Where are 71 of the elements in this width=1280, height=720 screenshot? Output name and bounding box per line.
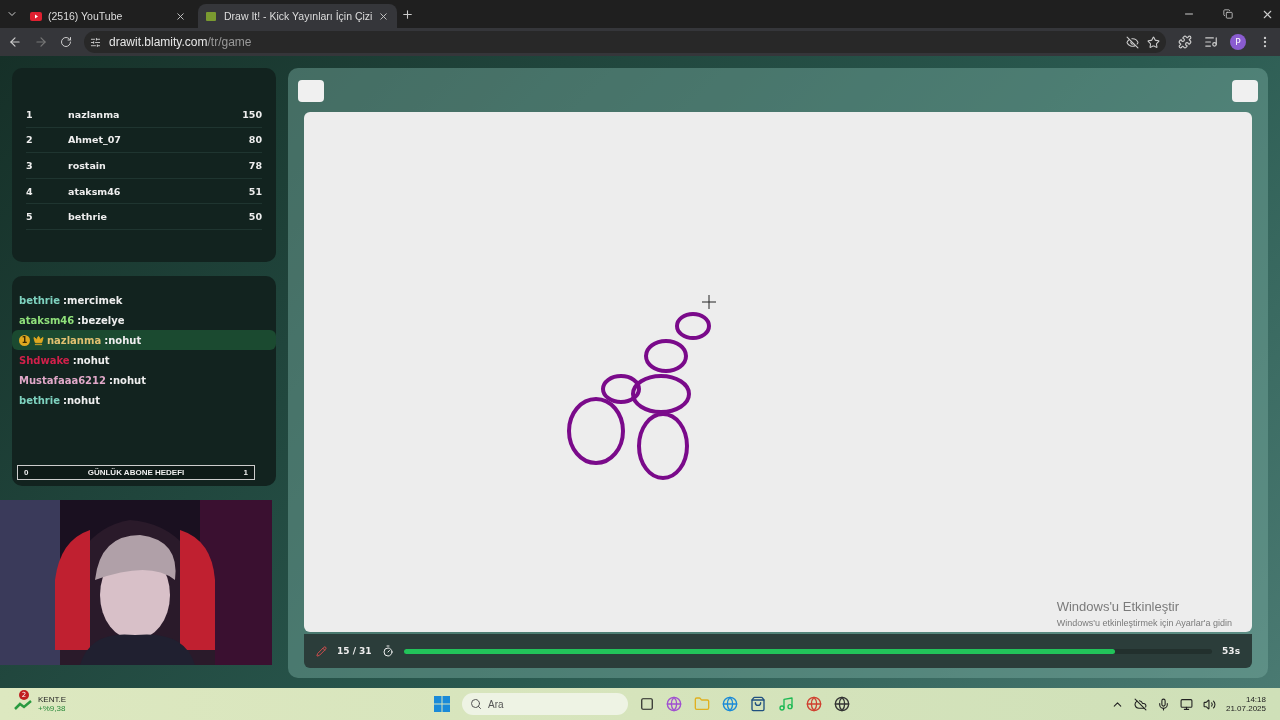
extensions-icon[interactable]	[1178, 35, 1192, 49]
browser-tab[interactable]: Draw It! - Kick Yayınları İçin Çizi	[198, 4, 398, 28]
restore-icon[interactable]	[1223, 9, 1233, 19]
chat-username: Mustafaaa6212	[19, 374, 106, 386]
round-counter: 15 / 31	[337, 646, 372, 656]
stock-change: +%9,38	[38, 704, 66, 713]
crosshair-icon	[701, 294, 716, 310]
eye-off-icon[interactable]	[1126, 35, 1139, 49]
new-tab-icon[interactable]	[401, 7, 415, 21]
chat-username: nazlanma	[47, 334, 102, 346]
coin-badge: 1	[19, 334, 30, 346]
player-score: 150	[241, 108, 262, 120]
player-name: ataksm46	[68, 185, 122, 197]
chat-username: ataksm46	[19, 314, 75, 326]
player-score: 51	[247, 185, 262, 197]
crown-icon	[33, 334, 44, 346]
player-name: bethrie	[68, 211, 108, 223]
media-icon[interactable]	[1204, 35, 1218, 49]
rank: 1	[26, 108, 34, 120]
play-icon	[30, 11, 42, 21]
reload-icon[interactable]	[60, 36, 72, 48]
player-name: rostain	[68, 160, 107, 171]
goal-label: GÜNLÜK ABONE HEDEFI	[87, 468, 185, 477]
forward-icon[interactable]	[34, 35, 48, 49]
chat-text: :bezelye	[77, 314, 125, 326]
chat-text: :nohut	[72, 354, 110, 366]
site-settings-icon[interactable]	[90, 36, 101, 48]
address-bar[interactable]: drawit.blamity.com/tr/game	[84, 31, 1166, 53]
chat-username: Shdwake	[19, 354, 70, 366]
activation-title: Windows'u Etkinleştir	[1056, 599, 1181, 614]
tab-title: Draw It! - Kick Yayınları İçin Çizi	[224, 10, 373, 22]
player-name: nazlanma	[68, 108, 121, 120]
stock-chart-icon	[14, 699, 32, 710]
microphone-icon[interactable]	[1156, 697, 1170, 711]
timer-icon	[381, 645, 394, 657]
taskbar-search-field[interactable]: Ara	[462, 693, 628, 715]
task-view-icon[interactable]	[640, 697, 654, 711]
volume-icon[interactable]	[1202, 697, 1216, 711]
rank: 5	[26, 211, 34, 223]
player-score: 78	[247, 160, 262, 171]
windows-start-icon[interactable]	[434, 696, 450, 712]
player-score: 50	[247, 211, 262, 223]
chat-username: bethrie	[19, 394, 60, 406]
cloud-off-icon[interactable]	[1133, 697, 1147, 711]
tab-title: (2516) YouTube	[48, 10, 124, 22]
store-icon[interactable]	[750, 696, 766, 712]
time-left: 53s	[1222, 646, 1240, 656]
rank: 2	[26, 134, 34, 146]
player-score: 80	[247, 134, 262, 146]
clock-time: 14:18	[1245, 695, 1266, 704]
chat-text: :mercimek	[63, 294, 123, 306]
player-name: Ahmet_07	[68, 134, 122, 146]
chat-text: :nohut	[109, 374, 146, 386]
chat-text: :nohut	[104, 334, 142, 346]
search-icon	[470, 698, 482, 710]
url-text: drawit.blamity.com/tr/game	[109, 35, 252, 49]
back-icon[interactable]	[8, 35, 22, 49]
browser-tab[interactable]: (2516) YouTube	[22, 4, 194, 28]
bookmark-star-icon[interactable]	[1147, 35, 1160, 49]
chat-username: bethrie	[19, 294, 60, 306]
rank: 3	[26, 160, 34, 171]
clock-date: 21.07.2025	[1225, 704, 1266, 713]
chat-text: :nohut	[63, 394, 100, 406]
rank: 4	[26, 185, 34, 197]
activation-hint: Windows'u etkinleştirmek için Ayarlar'a gidin	[1056, 618, 1232, 628]
profile-avatar[interactable]: P	[1230, 34, 1246, 50]
close-icon[interactable]	[378, 10, 390, 22]
goal-start: 0	[24, 468, 29, 477]
close-icon[interactable]	[175, 10, 186, 22]
goal-end: 1	[243, 468, 248, 477]
stock-name: KENT.E	[38, 695, 66, 704]
